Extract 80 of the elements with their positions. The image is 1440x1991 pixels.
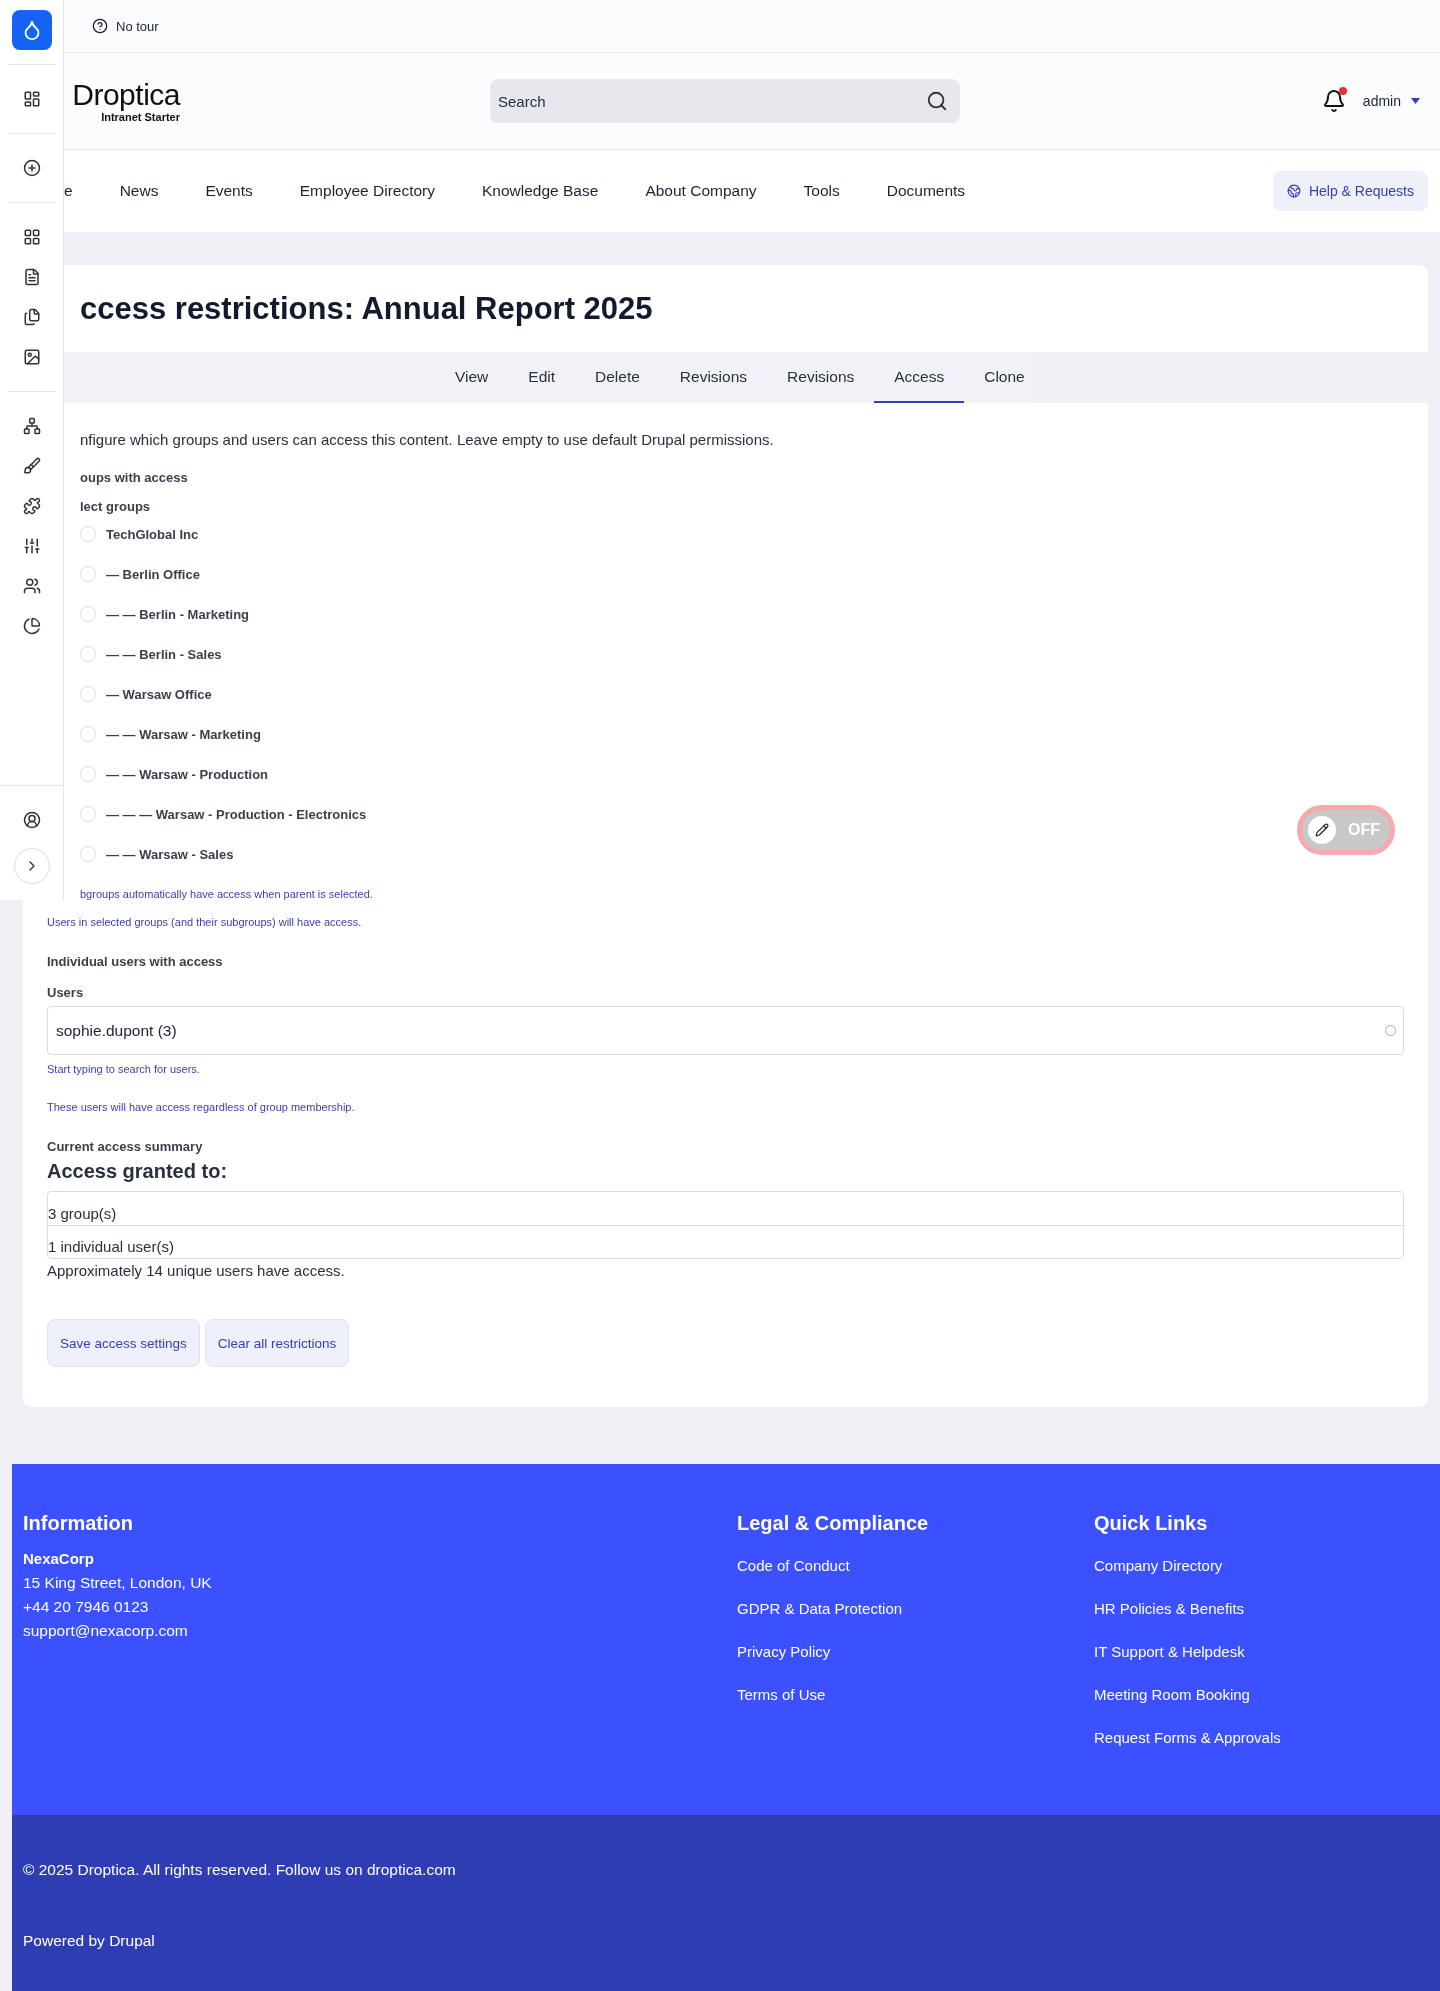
logo-icon[interactable] <box>11 10 52 50</box>
site-logo[interactable]: Droptica <box>72 79 180 111</box>
footer-heading: Information <box>23 1512 134 1535</box>
checkbox-label: — — Warsaw - Marketing <box>106 726 261 742</box>
footer-link[interactable]: Meeting Room Booking <box>1094 1686 1429 1719</box>
user-menu[interactable]: admin <box>1362 93 1420 109</box>
footer-link[interactable]: Code of Conduct <box>737 1557 1094 1590</box>
tab[interactable]: View <box>435 352 509 403</box>
field-label: lect groups <box>80 499 152 514</box>
footer-link[interactable]: Privacy Policy <box>737 1643 1094 1676</box>
nav-link[interactable]: Events <box>205 182 253 200</box>
intro-text: nfigure which groups and users can access this content. Leave empty to use default Drupal permissions. <box>80 431 775 448</box>
footer-text: +44 20 7946 0123 <box>23 1597 150 1617</box>
checkbox-label: — — Berlin - Marketing <box>106 606 250 622</box>
tour-button[interactable]: No tour <box>92 18 159 34</box>
section-label: Individual users with access <box>47 954 224 969</box>
checkbox[interactable] <box>80 766 96 782</box>
footer-link[interactable]: IT Support & Helpdesk <box>1094 1643 1429 1676</box>
checkbox[interactable] <box>80 846 96 862</box>
checkbox[interactable] <box>80 806 96 822</box>
tab[interactable]: Clone <box>964 352 1045 403</box>
checkbox[interactable] <box>80 726 96 742</box>
checkbox-label: — — Berlin - Sales <box>106 646 222 662</box>
nav-link[interactable]: Employee Directory <box>299 182 436 200</box>
nav-link[interactable]: e <box>64 182 73 200</box>
tab[interactable]: Revisions <box>659 352 768 403</box>
pencil-icon <box>1315 823 1329 837</box>
nav-link[interactable]: Documents <box>886 182 966 200</box>
nav-link[interactable]: Knowledge Base <box>482 182 599 200</box>
checkbox[interactable] <box>80 606 96 622</box>
help-text: Users in selected groups (and their subgroups) will have access. <box>47 916 363 928</box>
search-field[interactable]: Search <box>490 79 960 123</box>
footer-text: 15 King Street, London, UK <box>23 1573 213 1593</box>
company-name: NexaCorp <box>23 1549 95 1569</box>
help-text: These users will have access regardless of group membership. <box>47 1101 356 1113</box>
checkbox-label: — — Warsaw - Production <box>106 766 269 782</box>
tab[interactable]: Delete <box>575 352 660 403</box>
clear-button[interactable]: Clear all restrictions <box>204 1319 350 1367</box>
table-cell: 1 individual user(s) <box>48 1238 174 1255</box>
nav-link[interactable]: News <box>119 182 159 200</box>
globe-icon <box>1286 184 1301 198</box>
table-cell: 3 group(s) <box>48 1205 117 1222</box>
tab[interactable]: Edit <box>508 352 576 403</box>
nav-link[interactable]: Tools <box>803 182 840 200</box>
checkbox-label: — — Warsaw - Sales <box>106 846 234 862</box>
checkbox[interactable] <box>80 686 96 702</box>
tab[interactable]: Revisions <box>767 352 875 403</box>
checkbox-label: — Warsaw Office <box>106 686 212 702</box>
page-title: ccess restrictions: Annual Report 2025 <box>80 290 653 327</box>
section-label: Current access summary <box>47 1139 204 1154</box>
nav-link[interactable]: About Company <box>645 182 757 200</box>
checkbox-label: TechGlobal Inc <box>106 526 199 542</box>
footer-link[interactable]: HR Policies & Benefits <box>1094 1600 1429 1633</box>
save-button[interactable]: Save access settings <box>47 1319 200 1367</box>
footer-heading: Quick Links <box>1094 1512 1209 1535</box>
checkbox[interactable] <box>80 646 96 662</box>
help-requests-button[interactable]: Help & Requests <box>1272 171 1428 211</box>
footer-link[interactable]: Company Directory <box>1094 1557 1429 1590</box>
checkbox[interactable] <box>80 566 96 582</box>
checkbox-label: — — — Warsaw - Production - Electronics <box>106 806 367 822</box>
section-label: oups with access <box>80 470 189 485</box>
users-field[interactable]: sophie.dupont (3) <box>47 1006 1404 1055</box>
help-icon <box>92 18 108 34</box>
summary-note: Approximately 14 unique users have access. <box>47 1262 346 1279</box>
help-text: bgroups automatically have access when parent is selected. <box>80 888 374 900</box>
footer-link[interactable]: Terms of Use <box>737 1686 1094 1719</box>
footer-link[interactable]: GDPR & Data Protection <box>737 1600 1094 1633</box>
field-label: Users <box>47 985 85 1000</box>
checkbox[interactable] <box>80 526 96 542</box>
checkbox-label: — Berlin Office <box>106 566 200 582</box>
site-tagline: Intranet Starter <box>101 111 180 123</box>
caret-icon <box>1411 98 1420 104</box>
footer-heading: Legal & Compliance <box>737 1512 930 1535</box>
search-icon[interactable] <box>926 90 948 112</box>
powered-by-text: Powered by Drupal <box>23 1932 156 1950</box>
help-text: Start typing to search for users. <box>47 1063 201 1075</box>
summary-heading: Access granted to: <box>47 1160 229 1183</box>
footer-link[interactable]: Request Forms & Approvals <box>1094 1729 1429 1762</box>
footer-text: support@nexacorp.com <box>23 1621 189 1641</box>
copyright-text: © 2025 Droptica. All rights reserved. Follow us on droptica.com <box>23 1861 457 1879</box>
